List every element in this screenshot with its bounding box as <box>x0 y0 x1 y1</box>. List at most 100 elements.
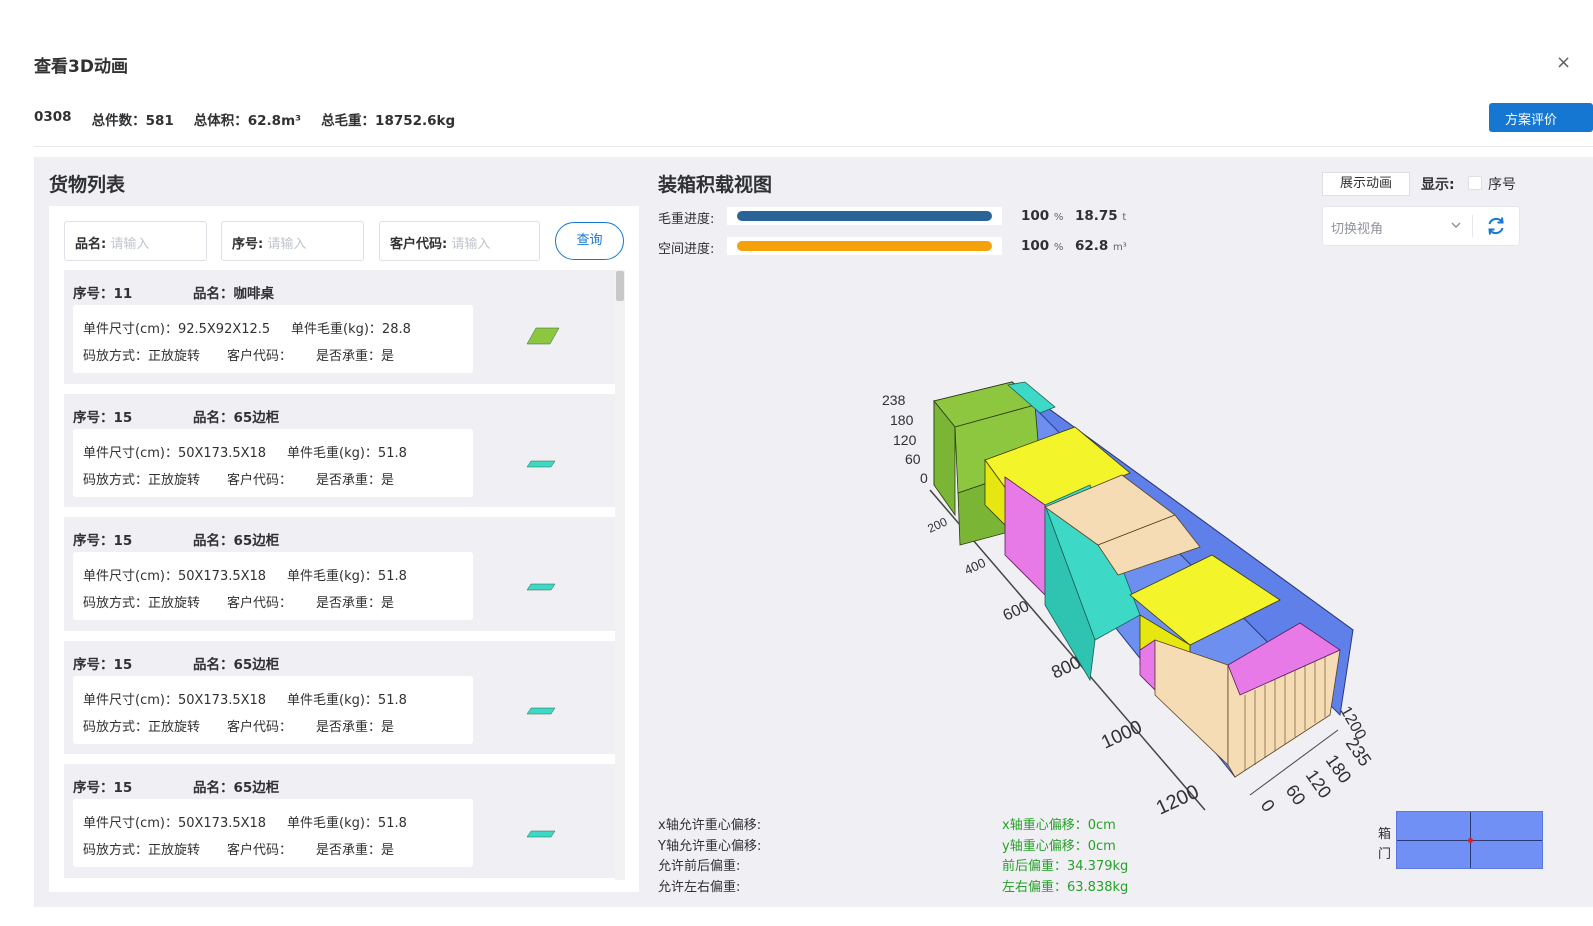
select-divider <box>1472 215 1473 237</box>
customer-code-search-input[interactable]: 客户代码: 请输入 <box>379 221 540 261</box>
cargo-weight: 单件毛重(kg)：51.8 <box>287 569 407 584</box>
cargo-item-card[interactable]: 序号：15 品名：65边柜单件尺寸(cm)：50X173.5X18 单件毛重(kg)… <box>64 764 615 878</box>
show-animation-button[interactable]: 展示动画 <box>1322 172 1410 196</box>
cargo-name: 品名：65边柜 <box>193 657 280 673</box>
seq-checkbox-label: 序号 <box>1488 177 1516 193</box>
front-back-allow-label: 允许前后偏重: <box>658 859 741 874</box>
refresh-icon[interactable] <box>1485 215 1507 237</box>
cargo-seq: 序号：15 <box>73 780 133 796</box>
name-search-placeholder: 请输入 <box>110 237 150 252</box>
cargo-shape-icon <box>526 830 556 838</box>
container-3d-view[interactable]: 238 180 120 60 0 200 400 600 800 1000 12… <box>860 365 1400 815</box>
width-tick-label: 0 <box>1257 796 1279 815</box>
list-scrollbar-thumb[interactable] <box>616 271 624 301</box>
total-volume: 总体积：62.8m³ <box>193 113 302 129</box>
cargo-stacking-mode: 码放方式：正放旋转 <box>83 720 201 735</box>
height-tick-label: 120 <box>893 432 917 448</box>
height-tick-label: 0 <box>920 470 928 486</box>
height-tick-label: 180 <box>890 412 914 428</box>
cargo-shape-icon <box>526 327 560 345</box>
cargo-stacking-mode: 码放方式：正放旋转 <box>83 843 201 858</box>
summary-bar: 0308 总件数：581 总体积：62.8m³ 总毛重：18752.6kg <box>34 109 455 129</box>
weight-progress-bar <box>727 207 1002 225</box>
cargo-size: 单件尺寸(cm)：50X173.5X18 <box>83 693 267 708</box>
seq-search-input[interactable]: 序号: 请输入 <box>221 221 364 261</box>
left-right-offset-value: 左右偏重：63.838kg <box>1002 880 1129 895</box>
list-scrollbar[interactable] <box>615 270 625 880</box>
cargo-weight: 单件毛重(kg)：51.8 <box>287 693 407 708</box>
cargo-customer-code: 客户代码： <box>227 843 293 858</box>
cargo-load-bearing: 是否承重：是 <box>316 596 395 611</box>
cargo-load-bearing: 是否承重：是 <box>316 473 395 488</box>
cargo-item-card[interactable]: 序号：15 品名：65边柜单件尺寸(cm)：50X173.5X18 单件毛重(kg)… <box>64 641 615 754</box>
cargo-weight: 单件毛重(kg)：51.8 <box>287 816 407 831</box>
cargo-seq: 序号：15 <box>73 410 133 426</box>
cargo-size: 单件尺寸(cm)：50X173.5X18 <box>83 816 267 831</box>
cargo-shape-icon <box>526 583 556 591</box>
height-axis: 238 180 120 60 0 <box>882 392 935 486</box>
close-icon[interactable]: × <box>1556 52 1571 73</box>
y-allow-offset-label: Y轴允许重心偏移: <box>658 839 762 854</box>
cargo-load-bearing: 是否承重：是 <box>316 720 395 735</box>
name-search-input[interactable]: 品名: 请输入 <box>64 221 207 261</box>
center-of-gravity-map <box>1396 811 1543 869</box>
door-label: 箱 <box>1378 827 1392 842</box>
weight-progress-fill <box>737 211 992 221</box>
cargo-item-card[interactable]: 序号：11 品名：咖啡桌 单件尺寸(cm)：92.5X92X12.5 单件毛重(kg)… <box>64 270 615 384</box>
cargo-name: 品名：65边柜 <box>193 780 280 796</box>
width-tick-label: 60 <box>1282 781 1310 809</box>
cargo-customer-code: 客户代码： <box>227 473 293 488</box>
seq-search-placeholder: 请输入 <box>267 237 307 252</box>
length-tick-label: 200 <box>925 514 949 535</box>
cargo-name: 品名：65边柜 <box>193 410 280 426</box>
total-weight: 总毛重：18752.6kg <box>321 113 456 129</box>
container-code: 0308 <box>34 109 72 125</box>
cargo-detail: 单件尺寸(cm)：50X173.5X18 单件毛重(kg)：51.8 码放方式：正放… <box>73 676 473 744</box>
cargo-item-card[interactable]: 序号：15 品名：65边柜单件尺寸(cm)：50X173.5X18 单件毛重(kg)… <box>64 517 615 631</box>
cargo-customer-code: 客户代码： <box>227 720 293 735</box>
cargo-item-card[interactable]: 序号：15 品名：65边柜单件尺寸(cm)：50X173.5X18 单件毛重(kg)… <box>64 394 615 507</box>
space-progress-percent: 100 % <box>1021 238 1064 254</box>
cargo-customer-code: 客户代码： <box>227 349 293 364</box>
chevron-down-icon[interactable] <box>1449 218 1463 232</box>
cargo-size: 单件尺寸(cm)：50X173.5X18 <box>83 569 267 584</box>
weight-progress-label: 毛重进度: <box>658 212 715 227</box>
cargo-load-bearing: 是否承重：是 <box>316 843 395 858</box>
height-tick-label: 238 <box>882 392 906 408</box>
cargo-item-header: 序号：15 品名：65边柜 <box>73 653 279 673</box>
cargo-size: 单件尺寸(cm)：50X173.5X18 <box>83 446 267 461</box>
cargo-stacking-mode: 码放方式：正放旋转 <box>83 473 201 488</box>
seq-search-label: 序号: <box>232 237 264 252</box>
cargo-list-title: 货物列表 <box>49 174 126 196</box>
cargo-item-header: 序号：15 品名：65边柜 <box>73 406 279 426</box>
cargo-name: 品名：咖啡桌 <box>193 286 274 302</box>
cargo-customer-code: 客户代码： <box>227 596 293 611</box>
weight-progress-value: 18.75 t <box>1075 208 1127 224</box>
plan-evaluation-button[interactable]: 方案评价 <box>1489 103 1593 132</box>
door-label: 门 <box>1378 847 1392 862</box>
cargo-seq: 序号：15 <box>73 657 133 673</box>
cargo-stacking-mode: 码放方式：正放旋转 <box>83 349 201 364</box>
y-offset-value: y轴重心偏移：0cm <box>1002 839 1116 854</box>
cargo-detail: 单件尺寸(cm)：50X173.5X18 单件毛重(kg)：51.8 码放方式：正放… <box>73 429 473 497</box>
cog-point <box>1468 838 1473 843</box>
query-button[interactable]: 查询 <box>555 222 624 260</box>
name-search-label: 品名: <box>75 237 107 252</box>
cargo-item-header: 序号：15 品名：65边柜 <box>73 776 279 796</box>
left-right-allow-label: 允许左右偏重: <box>658 880 741 895</box>
space-progress-fill <box>737 241 992 251</box>
cargo-item-header: 序号：15 品名：65边柜 <box>73 529 279 549</box>
cargo-name: 品名：65边柜 <box>193 533 280 549</box>
divider <box>34 146 1593 147</box>
display-label: 显示: <box>1421 177 1455 193</box>
cargo-size: 单件尺寸(cm)：92.5X92X12.5 <box>83 322 271 337</box>
cargo-shape-icon <box>526 707 556 715</box>
cargo-weight: 单件毛重(kg)：51.8 <box>287 446 407 461</box>
space-progress-value: 62.8 m³ <box>1075 238 1127 254</box>
cargo-load-bearing: 是否承重：是 <box>316 349 395 364</box>
customer-code-label: 客户代码: <box>390 237 448 252</box>
space-progress-label: 空间进度: <box>658 242 715 257</box>
cargo-stacking-mode: 码放方式：正放旋转 <box>83 596 201 611</box>
cargo-weight: 单件毛重(kg)：28.8 <box>291 322 411 337</box>
seq-checkbox[interactable] <box>1468 176 1482 190</box>
